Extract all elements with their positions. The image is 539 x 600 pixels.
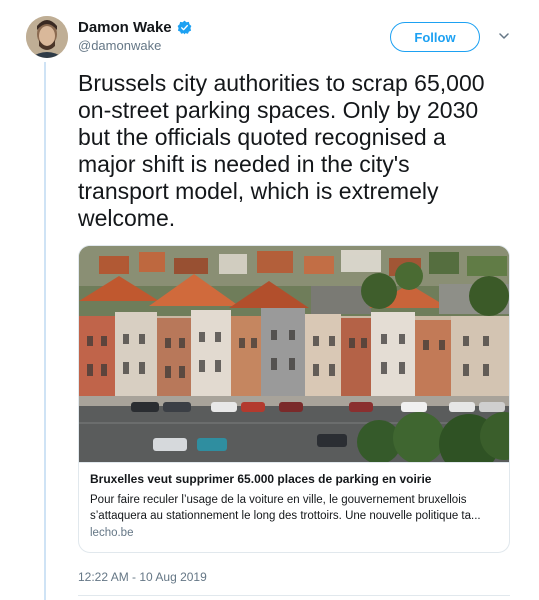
tweet-text-line: on-street parking spaces. Only by 2030 [78, 97, 479, 123]
card-domain[interactable]: lecho.be [90, 527, 501, 539]
tweet-text-line: Brussels city authorities to scrap 65,00… [78, 70, 485, 96]
thread-line [44, 62, 46, 600]
author-display-name[interactable]: Damon Wake [78, 19, 172, 36]
tweet-text-line: but the officials quoted recognised a [78, 124, 446, 150]
tweet-text-line: transport model, which is extremely [78, 178, 439, 204]
card-description: Pour faire reculer l’usage de la voiture… [90, 492, 501, 524]
tweet-text-line: major shift is needed in the city's [78, 151, 410, 177]
follow-button[interactable]: Follow [390, 22, 480, 52]
chevron-down-icon[interactable] [497, 29, 511, 43]
author-handle[interactable]: @damonwake [78, 38, 161, 53]
card-description-line: s’attaquera au stationnement le long des… [90, 510, 481, 522]
divider [78, 595, 510, 596]
card-image [79, 246, 509, 462]
verified-badge-icon [177, 20, 192, 35]
tweet-text-line: welcome. [78, 205, 176, 231]
card-title[interactable]: Bruxelles veut supprimer 65.000 places d… [90, 472, 501, 487]
tweet-text: Brussels city authorities to scrap 65,00… [78, 70, 518, 232]
avatar[interactable] [26, 16, 68, 58]
author-name-row[interactable]: Damon Wake [78, 19, 192, 36]
tweet-timestamp[interactable]: 12:22 AM - 10 Aug 2019 [78, 570, 207, 584]
card-description-line: Pour faire reculer l’usage de la voiture… [90, 494, 467, 506]
link-preview-card[interactable]: Bruxelles veut supprimer 65.000 places d… [78, 245, 510, 553]
card-body[interactable]: Bruxelles veut supprimer 65.000 places d… [79, 462, 509, 552]
